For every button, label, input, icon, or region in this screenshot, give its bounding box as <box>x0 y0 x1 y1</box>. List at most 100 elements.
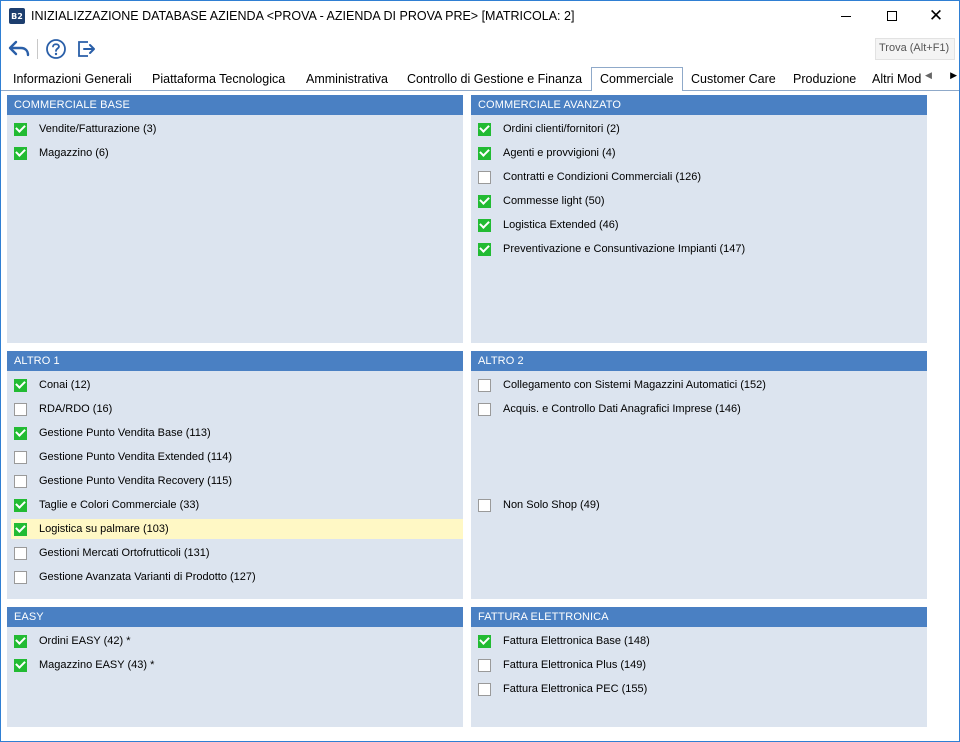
app-icon: B2 <box>9 8 25 24</box>
checkbox-row[interactable]: Gestioni Mercati Ortofrutticoli (131) <box>13 543 210 563</box>
checkbox-label: Logistica Extended (46) <box>503 219 619 231</box>
tab-piattaforma-tecnologica[interactable]: Piattaforma Tecnologica <box>152 69 285 91</box>
checkbox[interactable] <box>478 498 491 512</box>
checkbox[interactable] <box>14 450 27 464</box>
exit-button[interactable] <box>74 37 98 61</box>
checkbox[interactable] <box>14 146 27 160</box>
find-input[interactable]: Trova (Alt+F1) <box>875 38 955 60</box>
checkbox[interactable] <box>478 634 491 648</box>
checkbox-label: Vendite/Fatturazione (3) <box>39 123 157 135</box>
checkbox-label: Contratti e Condizioni Commerciali (126) <box>503 171 702 183</box>
checkbox-row[interactable]: Magazzino EASY (43) * <box>13 655 154 675</box>
checkbox-label: Taglie e Colori Commerciale (33) <box>39 499 200 511</box>
checkbox-row[interactable]: Taglie e Colori Commerciale (33) <box>13 495 199 515</box>
checkbox[interactable] <box>14 378 27 392</box>
checkbox-row[interactable]: Preventivazione e Consuntivazione Impian… <box>477 239 745 259</box>
tab-commerciale[interactable]: Commerciale <box>591 67 683 92</box>
help-icon <box>46 39 66 59</box>
toolbar: Trova (Alt+F1) <box>1 33 959 65</box>
checkbox-label: Gestione Punto Vendita Recovery (115) <box>39 475 233 487</box>
maximize-button[interactable] <box>869 1 915 31</box>
checkbox-row[interactable]: Conai (12) <box>13 375 90 395</box>
panel-altro-1: ALTRO 1 Conai (12) RDA/RDO (16) Gestione… <box>7 351 463 599</box>
checkbox-label: Gestione Punto Vendita Base (113) <box>39 427 211 439</box>
checkbox-label: Preventivazione e Consuntivazione Impian… <box>503 243 746 255</box>
checkbox-row[interactable]: RDA/RDO (16) <box>13 399 112 419</box>
checkbox[interactable] <box>14 402 27 416</box>
help-button[interactable] <box>44 37 68 61</box>
checkbox[interactable] <box>14 498 27 512</box>
checkbox-row[interactable]: Vendite/Fatturazione (3) <box>13 119 156 139</box>
tab-scroll-arrows: ◀ ▶ <box>925 71 957 87</box>
checkbox-label: Acquis. e Controllo Dati Anagrafici Impr… <box>503 403 741 415</box>
checkbox-label: Magazzino (6) <box>39 147 109 159</box>
checkbox[interactable] <box>14 658 27 672</box>
checkbox-row[interactable]: Fattura Elettronica PEC (155) <box>477 679 647 699</box>
checkbox[interactable] <box>14 122 27 136</box>
exit-icon <box>78 41 95 57</box>
checkbox-row[interactable]: Gestione Avanzata Varianti di Prodotto (… <box>13 567 256 587</box>
back-button[interactable] <box>7 37 31 61</box>
checkbox-row[interactable]: Non Solo Shop (49) <box>477 495 600 515</box>
checkbox[interactable] <box>478 218 491 232</box>
checkbox[interactable] <box>478 682 491 696</box>
checkbox-label: Non Solo Shop (49) <box>503 499 600 511</box>
main-window: B2 INIZIALIZZAZIONE DATABASE AZIENDA <PR… <box>0 0 960 742</box>
checkbox[interactable] <box>14 426 27 440</box>
minimize-button[interactable] <box>823 1 869 31</box>
tab-bar: Informazioni Generali Piattaforma Tecnol… <box>1 67 959 92</box>
checkbox-label: Gestioni Mercati Ortofrutticoli (131) <box>39 547 210 559</box>
checkbox-row[interactable]: Fattura Elettronica Plus (149) <box>477 655 646 675</box>
tab-informazioni-generali[interactable]: Informazioni Generali <box>13 69 132 91</box>
checkbox-label: Gestione Avanzata Varianti di Prodotto (… <box>39 571 256 583</box>
tab-customer-care[interactable]: Customer Care <box>691 69 776 91</box>
tab-scroll-left-icon[interactable]: ◀ <box>925 71 932 87</box>
tab-produzione[interactable]: Produzione <box>793 69 856 91</box>
panel-altro-2: ALTRO 2 Collegamento con Sistemi Magazzi… <box>471 351 927 599</box>
checkbox[interactable] <box>478 146 491 160</box>
checkbox-row[interactable]: Ordini EASY (42) * <box>13 631 131 651</box>
checkbox-row[interactable]: Gestione Punto Vendita Recovery (115) <box>13 471 232 491</box>
window-title: INIZIALIZZAZIONE DATABASE AZIENDA <PROVA… <box>31 9 575 23</box>
checkbox[interactable] <box>478 170 491 184</box>
checkbox-row[interactable]: Agenti e provvigioni (4) <box>477 143 616 163</box>
checkbox[interactable] <box>478 402 491 416</box>
checkbox[interactable] <box>478 122 491 136</box>
checkbox[interactable] <box>14 570 27 584</box>
panel-fattura-elettronica: FATTURA ELETTRONICA Fattura Elettronica … <box>471 607 927 727</box>
checkbox[interactable] <box>478 194 491 208</box>
close-button[interactable]: ✕ <box>913 1 959 31</box>
checkbox-label: Fattura Elettronica PEC (155) <box>503 683 648 695</box>
toolbar-separator <box>37 39 38 59</box>
tab-controllo-di-gestione[interactable]: Controllo di Gestione e Finanza <box>407 69 582 91</box>
checkbox-label: Fattura Elettronica Plus (149) <box>503 659 647 671</box>
checkbox-row[interactable]: Ordini clienti/fornitori (2) <box>477 119 620 139</box>
checkbox[interactable] <box>14 522 27 536</box>
checkbox-row[interactable]: Commesse light (50) <box>477 191 604 211</box>
panel-title: ALTRO 1 <box>7 351 463 371</box>
checkbox-label: Conai (12) <box>39 379 91 391</box>
checkbox[interactable] <box>14 546 27 560</box>
tab-scroll-right-icon[interactable]: ▶ <box>950 71 957 87</box>
checkbox[interactable] <box>14 634 27 648</box>
checkbox-row[interactable]: Logistica Extended (46) <box>477 215 619 235</box>
panel-easy: EASY Ordini EASY (42) * Magazzino EASY (… <box>7 607 463 727</box>
checkbox-label: Ordini EASY (42) * <box>39 635 131 647</box>
checkbox-row[interactable]: Gestione Punto Vendita Extended (114) <box>13 447 232 467</box>
checkbox[interactable] <box>14 474 27 488</box>
checkbox[interactable] <box>478 242 491 256</box>
checkbox-row-selected[interactable]: Logistica su palmare (103) <box>11 519 463 539</box>
checkbox-row[interactable]: Collegamento con Sistemi Magazzini Autom… <box>477 375 766 395</box>
checkbox[interactable] <box>478 378 491 392</box>
tab-amministrativa[interactable]: Amministrativa <box>306 69 388 91</box>
checkbox-label: RDA/RDO (16) <box>39 403 113 415</box>
checkbox-row[interactable]: Acquis. e Controllo Dati Anagrafici Impr… <box>477 399 741 419</box>
checkbox-row[interactable]: Gestione Punto Vendita Base (113) <box>13 423 211 443</box>
checkbox-row[interactable]: Fattura Elettronica Base (148) <box>477 631 650 651</box>
checkbox-row[interactable]: Magazzino (6) <box>13 143 109 163</box>
checkbox-row[interactable]: Contratti e Condizioni Commerciali (126) <box>477 167 701 187</box>
panel-title: COMMERCIALE BASE <box>7 95 463 115</box>
title-bar: B2 INIZIALIZZAZIONE DATABASE AZIENDA <PR… <box>1 1 959 31</box>
checkbox[interactable] <box>478 658 491 672</box>
tab-altri-moduli[interactable]: Altri Mod <box>872 69 924 91</box>
